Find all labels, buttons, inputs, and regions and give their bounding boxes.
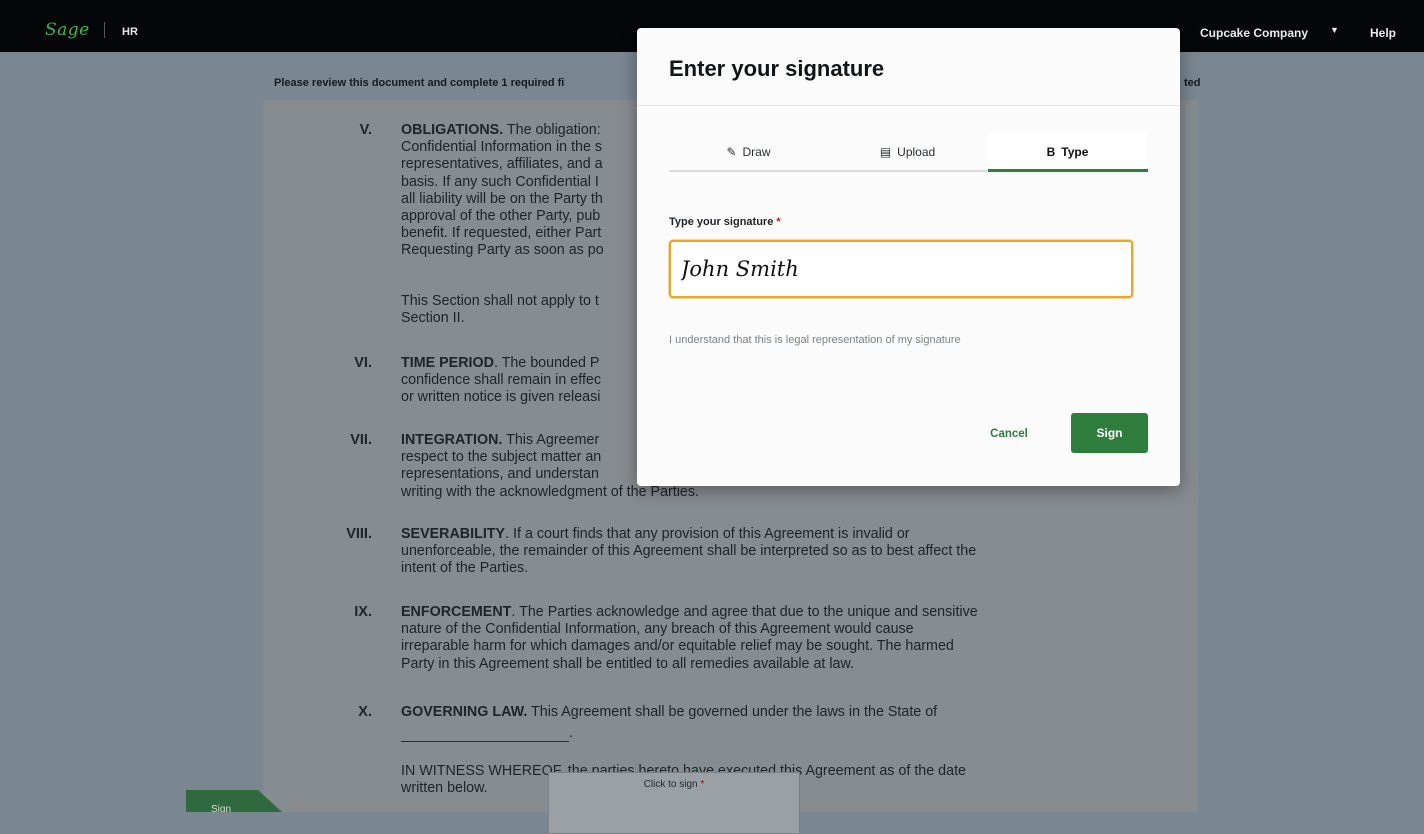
clause-body: SEVERABILITY. If a court finds that any … [401, 526, 1071, 578]
chevron-down-icon[interactable]: ▼ [1330, 25, 1339, 35]
required-marker: * [776, 216, 781, 228]
clause-number: VI. [354, 355, 372, 371]
bold-icon: B [1046, 145, 1056, 159]
active-tab-indicator [988, 169, 1148, 172]
tab-type-label: Type [1061, 145, 1089, 159]
clause-body: ENFORCEMENT. The Parties acknowledge and… [401, 604, 1071, 673]
pencil-icon: ✎ [726, 145, 737, 159]
tab-upload[interactable]: ▤ Upload [828, 132, 987, 172]
clause-body: GOVERNING LAW. This Agreement shall be g… [401, 704, 1071, 721]
clause-line: nature of the Confidential Information, … [401, 621, 914, 638]
click-to-sign-text: Click to sign [643, 779, 698, 790]
tab-type[interactable]: B Type [988, 132, 1147, 172]
clause-line: unenforceable, the remainder of this Agr… [401, 543, 977, 560]
tab-draw[interactable]: ✎ Draw [669, 132, 828, 172]
dialog-divider [637, 105, 1180, 106]
signature-field-label-text: Type your signature [669, 216, 774, 228]
governing-tail: . [569, 725, 573, 741]
tab-draw-label: Draw [742, 145, 771, 159]
sign-flag-label: Sign [211, 804, 232, 815]
file-icon: ▤ [879, 145, 892, 159]
clause-line: ENFORCEMENT. The Parties acknowledge and… [401, 604, 978, 620]
clause-number: X. [358, 704, 372, 720]
cancel-button[interactable]: Cancel [973, 423, 1045, 445]
clause-line: GOVERNING LAW. This Agreement shall be g… [401, 704, 938, 720]
signature-dialog: Enter your signature ✎ Draw ▤ Upload B Type… [637, 28, 1180, 486]
sign-button[interactable]: Sign [1071, 413, 1148, 453]
signature-field[interactable]: Click to sign * [548, 772, 800, 834]
blank-line-row: . [401, 725, 1071, 743]
clause-line: intent of the Parties. [401, 560, 529, 577]
module-name: HR [122, 26, 138, 38]
logo-divider [104, 22, 105, 38]
review-instruction-tail: ted [1184, 77, 1201, 89]
clause-number: VII. [350, 432, 372, 448]
sage-logo[interactable]: Sage [45, 20, 90, 40]
clause-number: VIII. [346, 526, 372, 542]
company-selector[interactable]: Cupcake Company [1200, 26, 1308, 40]
state-blank-line [401, 727, 569, 743]
review-instruction: Please review this document and complete… [274, 77, 565, 89]
clause-line: Party in this Agreement shall be entitle… [401, 655, 854, 672]
signature-input[interactable] [669, 240, 1133, 298]
clause-number: IX. [354, 604, 372, 620]
clause-line: irreparable harm for which damages and/o… [401, 638, 954, 655]
tab-upload-label: Upload [897, 145, 936, 159]
legal-notice: I understand that this is legal represen… [669, 334, 961, 346]
click-to-sign-label: Click to sign * [549, 779, 799, 790]
dialog-title: Enter your signature [669, 56, 885, 81]
required-marker: * [700, 779, 705, 790]
clause-number: V. [359, 122, 372, 138]
clause-line: writing with the acknowledgment of the P… [401, 483, 700, 500]
clause-line: SEVERABILITY. If a court finds that any … [401, 526, 910, 542]
help-link[interactable]: Help [1370, 26, 1396, 40]
signature-field-label: Type your signature * [669, 216, 781, 228]
